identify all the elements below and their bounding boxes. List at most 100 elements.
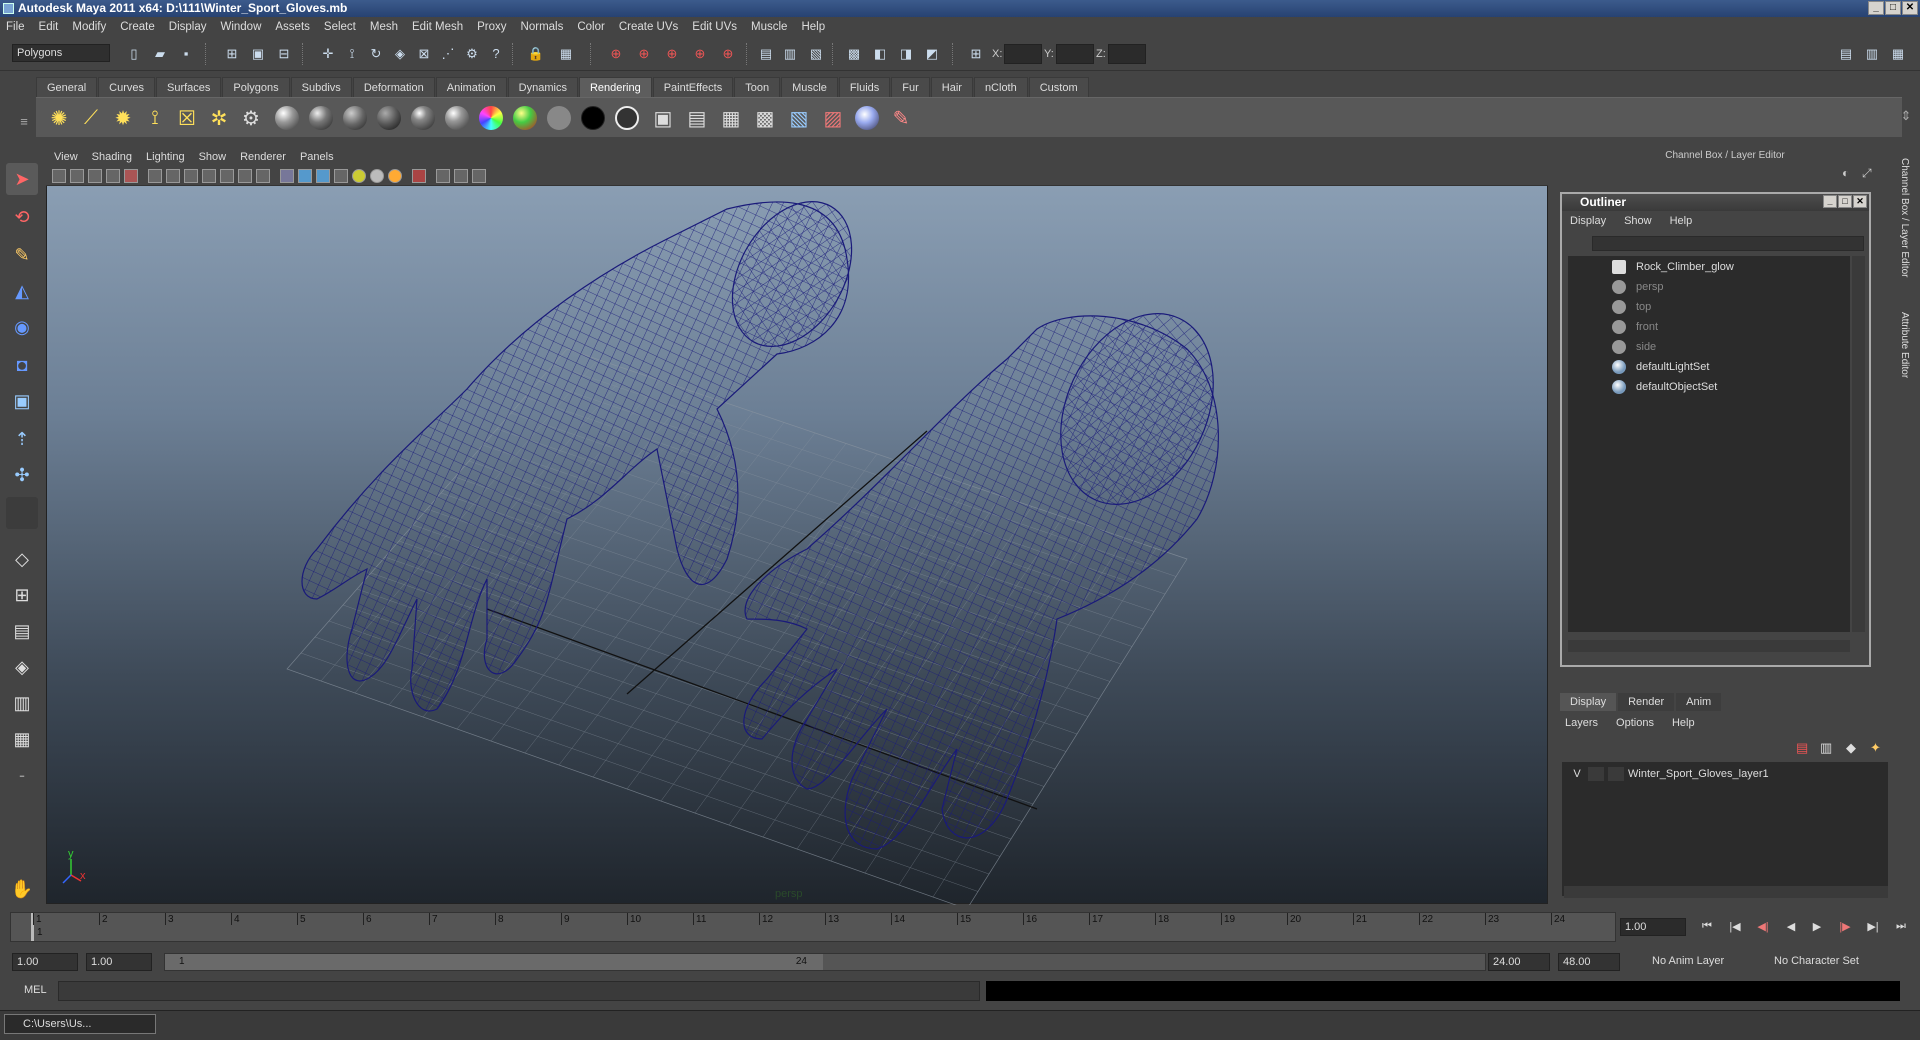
ipr-render-icon[interactable]: ◨	[896, 44, 916, 64]
rotate-tool-icon[interactable]: ◉	[6, 311, 38, 343]
area-light-icon[interactable]: ☒	[172, 103, 202, 133]
ipr-render-shelf-icon[interactable]: ▧	[784, 103, 814, 133]
shelf-tab-surfaces[interactable]: Surfaces	[155, 77, 222, 97]
textured-icon[interactable]	[334, 169, 348, 183]
high-quality-icon[interactable]	[388, 169, 402, 183]
lock-selection-icon[interactable]: 🔒	[526, 44, 546, 64]
shelf-tab-fur[interactable]: Fur	[891, 77, 930, 97]
move-layer-down-icon[interactable]: ▥	[1820, 740, 1832, 756]
menu-set-dropdown[interactable]: Polygons	[12, 44, 110, 62]
layer-menu-help[interactable]: Help	[1672, 717, 1695, 729]
z-field[interactable]	[1108, 44, 1146, 64]
use-background-icon[interactable]	[578, 103, 608, 133]
play-backwards-button[interactable]: ◀	[1780, 920, 1802, 936]
layer-menu-layers[interactable]: Layers	[1565, 717, 1598, 729]
range-slider-track[interactable]: 1 24	[164, 953, 1486, 971]
camera-attributes-icon[interactable]	[70, 169, 84, 183]
point-light-icon[interactable]: ✹	[108, 103, 138, 133]
input-ops-icon[interactable]: ▤	[756, 44, 776, 64]
layered-shader-icon[interactable]	[374, 103, 404, 133]
persp-graph-layout-icon[interactable]: ◈	[6, 651, 38, 683]
output-ops-icon[interactable]: ▥	[780, 44, 800, 64]
layer-tab-display[interactable]: Display	[1560, 693, 1617, 711]
minimize-button[interactable]: _	[1868, 1, 1884, 15]
toggle-tool-settings-icon[interactable]: ▥	[1862, 44, 1882, 64]
move-layer-up-icon[interactable]: ▤	[1796, 740, 1808, 756]
menu-modify[interactable]: Modify	[72, 21, 106, 33]
blinn-material-icon[interactable]	[306, 103, 336, 133]
wireframe-mode-icon[interactable]	[280, 169, 294, 183]
layer-type-toggle[interactable]	[1588, 767, 1604, 781]
viewport-menu-renderer[interactable]: Renderer	[240, 151, 286, 163]
perspective-viewport[interactable]: y x	[46, 148, 1548, 905]
minimized-window[interactable]: C:\Users\Us...	[4, 1014, 156, 1034]
create-empty-layer-icon[interactable]: ◆	[1846, 740, 1856, 756]
isolate-select-icon[interactable]	[412, 169, 426, 183]
shelf-tab-general[interactable]: General	[36, 77, 98, 97]
menu-select[interactable]: Select	[324, 21, 356, 33]
film-gate-icon[interactable]	[166, 169, 180, 183]
step-forward-frame-button[interactable]: |▶	[1834, 920, 1856, 936]
soft-modification-icon[interactable]: ⇡	[6, 423, 38, 455]
playback-start-field[interactable]: 1.00	[86, 953, 152, 971]
phonge-material-icon[interactable]	[442, 103, 472, 133]
menu-mesh[interactable]: Mesh	[370, 21, 398, 33]
viewport-menu-lighting[interactable]: Lighting	[146, 151, 185, 163]
playback-end-field[interactable]: 24.00	[1488, 953, 1550, 971]
menu-edit-uvs[interactable]: Edit UVs	[692, 21, 737, 33]
shelf-tab-custom[interactable]: Custom	[1028, 77, 1089, 97]
shelf-tab-painteffects[interactable]: PaintEffects	[652, 77, 734, 97]
select-hierarchy-icon[interactable]: ⊞	[222, 44, 242, 64]
menu-help[interactable]: Help	[801, 21, 825, 33]
animation-start-field[interactable]: 1.00	[12, 953, 78, 971]
paint-tool-icon[interactable]: ✎	[886, 103, 916, 133]
image-plane-icon[interactable]	[106, 169, 120, 183]
layer-horizontal-scrollbar[interactable]	[1564, 886, 1888, 898]
resolution-gate-icon[interactable]	[184, 169, 198, 183]
shelf-tab-fluids[interactable]: Fluids	[838, 77, 891, 97]
shelf-tab-curves[interactable]: Curves	[98, 77, 155, 97]
outliner-menu-help[interactable]: Help	[1670, 215, 1693, 227]
select-surfaces-icon[interactable]: ◈	[390, 44, 410, 64]
single-perspective-layout-icon[interactable]: ◇	[6, 543, 38, 575]
hypershade-icon[interactable]: ▣	[648, 103, 678, 133]
outliner-item[interactable]: front	[1568, 318, 1658, 336]
select-camera-icon[interactable]	[52, 169, 66, 183]
shelf-tab-muscle[interactable]: Muscle	[781, 77, 838, 97]
snap-view-plane-icon[interactable]: ⊕	[690, 44, 710, 64]
move-tool-icon[interactable]: ◭	[6, 275, 38, 307]
menu-display[interactable]: Display	[169, 21, 207, 33]
command-input[interactable]	[58, 981, 980, 1001]
snap-curve-icon[interactable]: ⊕	[634, 44, 654, 64]
mental-ray-icon[interactable]	[852, 103, 882, 133]
shadows-icon[interactable]	[370, 169, 384, 183]
menu-proxy[interactable]: Proxy	[477, 21, 506, 33]
menu-muscle[interactable]: Muscle	[751, 21, 787, 33]
step-back-key-button[interactable]: |◀	[1724, 920, 1746, 936]
paint-select-tool-icon[interactable]: ✎	[6, 239, 38, 271]
outliner-menu-display[interactable]: Display	[1570, 215, 1606, 227]
select-tool-icon[interactable]: ➤	[6, 163, 38, 195]
more-layouts-icon[interactable]: -	[6, 759, 38, 791]
outliner-close-button[interactable]: ✕	[1853, 195, 1867, 208]
shelf-tab-hair[interactable]: Hair	[930, 77, 973, 97]
maximize-button[interactable]: □	[1885, 1, 1901, 15]
layer-tab-render[interactable]: Render	[1618, 693, 1675, 711]
range-slider-handle[interactable]: 1 24	[165, 954, 823, 970]
make-live-icon[interactable]: ⊕	[718, 44, 738, 64]
gate-mask-icon[interactable]	[202, 169, 216, 183]
menu-create[interactable]: Create	[120, 21, 155, 33]
render-settings-icon[interactable]: ◩	[922, 44, 942, 64]
shading-map-icon[interactable]	[510, 103, 540, 133]
wireframe-on-shaded-icon[interactable]	[316, 169, 330, 183]
shelf-tab-dynamics[interactable]: Dynamics	[507, 77, 578, 97]
select-dynamics-icon[interactable]: ⋰	[438, 44, 458, 64]
create-layer-from-selected-icon[interactable]: ✦	[1870, 740, 1881, 756]
safe-title-icon[interactable]	[256, 169, 270, 183]
phong-material-icon[interactable]	[408, 103, 438, 133]
play-forwards-button[interactable]: ▶	[1806, 920, 1828, 936]
menu-color[interactable]: Color	[577, 21, 604, 33]
shelf-tab-ncloth[interactable]: nCloth	[973, 77, 1028, 97]
outliner-vertical-scrollbar[interactable]	[1852, 256, 1865, 632]
last-tool-icon[interactable]	[6, 497, 38, 529]
